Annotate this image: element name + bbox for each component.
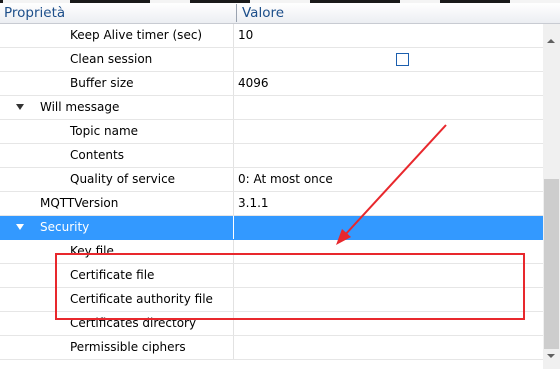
group-label: Will message bbox=[40, 100, 120, 114]
property-label: MQTTVersion bbox=[40, 196, 119, 210]
property-label: Keep Alive timer (sec) bbox=[70, 28, 203, 42]
property-value-cell bbox=[233, 96, 543, 119]
clean-session-checkbox[interactable] bbox=[396, 53, 409, 66]
property-value-cell[interactable] bbox=[233, 336, 543, 359]
scroll-down-arrow-icon[interactable] bbox=[547, 354, 555, 358]
group-label: Security bbox=[40, 220, 90, 234]
property-row-buffer-size[interactable]: Buffer size 4096 bbox=[0, 72, 543, 96]
property-value: 3.1.1 bbox=[238, 196, 269, 210]
property-value-cell[interactable]: 4096 bbox=[233, 72, 543, 95]
property-value-cell[interactable] bbox=[233, 144, 543, 167]
property-row-contents[interactable]: Contents bbox=[0, 144, 543, 168]
scroll-up-arrow-icon[interactable] bbox=[547, 39, 555, 43]
property-label: Topic name bbox=[70, 124, 139, 138]
expanded-triangle-icon[interactable] bbox=[16, 104, 24, 110]
property-value-cell[interactable]: 0: At most once bbox=[233, 168, 543, 191]
property-value-cell bbox=[233, 216, 543, 239]
property-value: 10 bbox=[238, 28, 254, 42]
property-row-keep-alive-timer[interactable]: Keep Alive timer (sec) 10 bbox=[0, 24, 543, 48]
property-label: Buffer size bbox=[70, 76, 134, 90]
vertical-scrollbar[interactable] bbox=[543, 24, 560, 369]
property-value: 0: At most once bbox=[238, 172, 333, 186]
property-row-quality-of-service[interactable]: Quality of service 0: At most once bbox=[0, 168, 543, 192]
property-grid-header: Proprietà Valore bbox=[0, 3, 560, 24]
property-label: Permissible ciphers bbox=[70, 340, 186, 354]
scrollbar-thumb[interactable] bbox=[544, 179, 559, 349]
property-row-topic-name[interactable]: Topic name bbox=[0, 120, 543, 144]
property-label: Contents bbox=[70, 148, 124, 162]
property-row-mqtt-version[interactable]: MQTTVersion 3.1.1 bbox=[0, 192, 543, 216]
property-label: Clean session bbox=[70, 52, 153, 66]
property-value-cell[interactable]: 3.1.1 bbox=[233, 192, 543, 215]
property-value: 4096 bbox=[238, 76, 269, 90]
property-label: Quality of service bbox=[70, 172, 176, 186]
property-group-security[interactable]: Security bbox=[0, 216, 543, 240]
property-value-cell[interactable]: 10 bbox=[233, 24, 543, 47]
annotation-highlight-box bbox=[55, 253, 525, 320]
property-value-cell[interactable] bbox=[233, 48, 543, 71]
property-row-permissible-ciphers[interactable]: Permissible ciphers bbox=[0, 336, 543, 360]
property-column-header[interactable]: Proprietà bbox=[4, 3, 65, 23]
value-column-header[interactable]: Valore bbox=[236, 4, 284, 22]
property-value-cell[interactable] bbox=[233, 120, 543, 143]
property-row-clean-session[interactable]: Clean session bbox=[0, 48, 543, 72]
property-group-will-message[interactable]: Will message bbox=[0, 96, 543, 120]
expanded-triangle-icon[interactable] bbox=[16, 224, 24, 230]
